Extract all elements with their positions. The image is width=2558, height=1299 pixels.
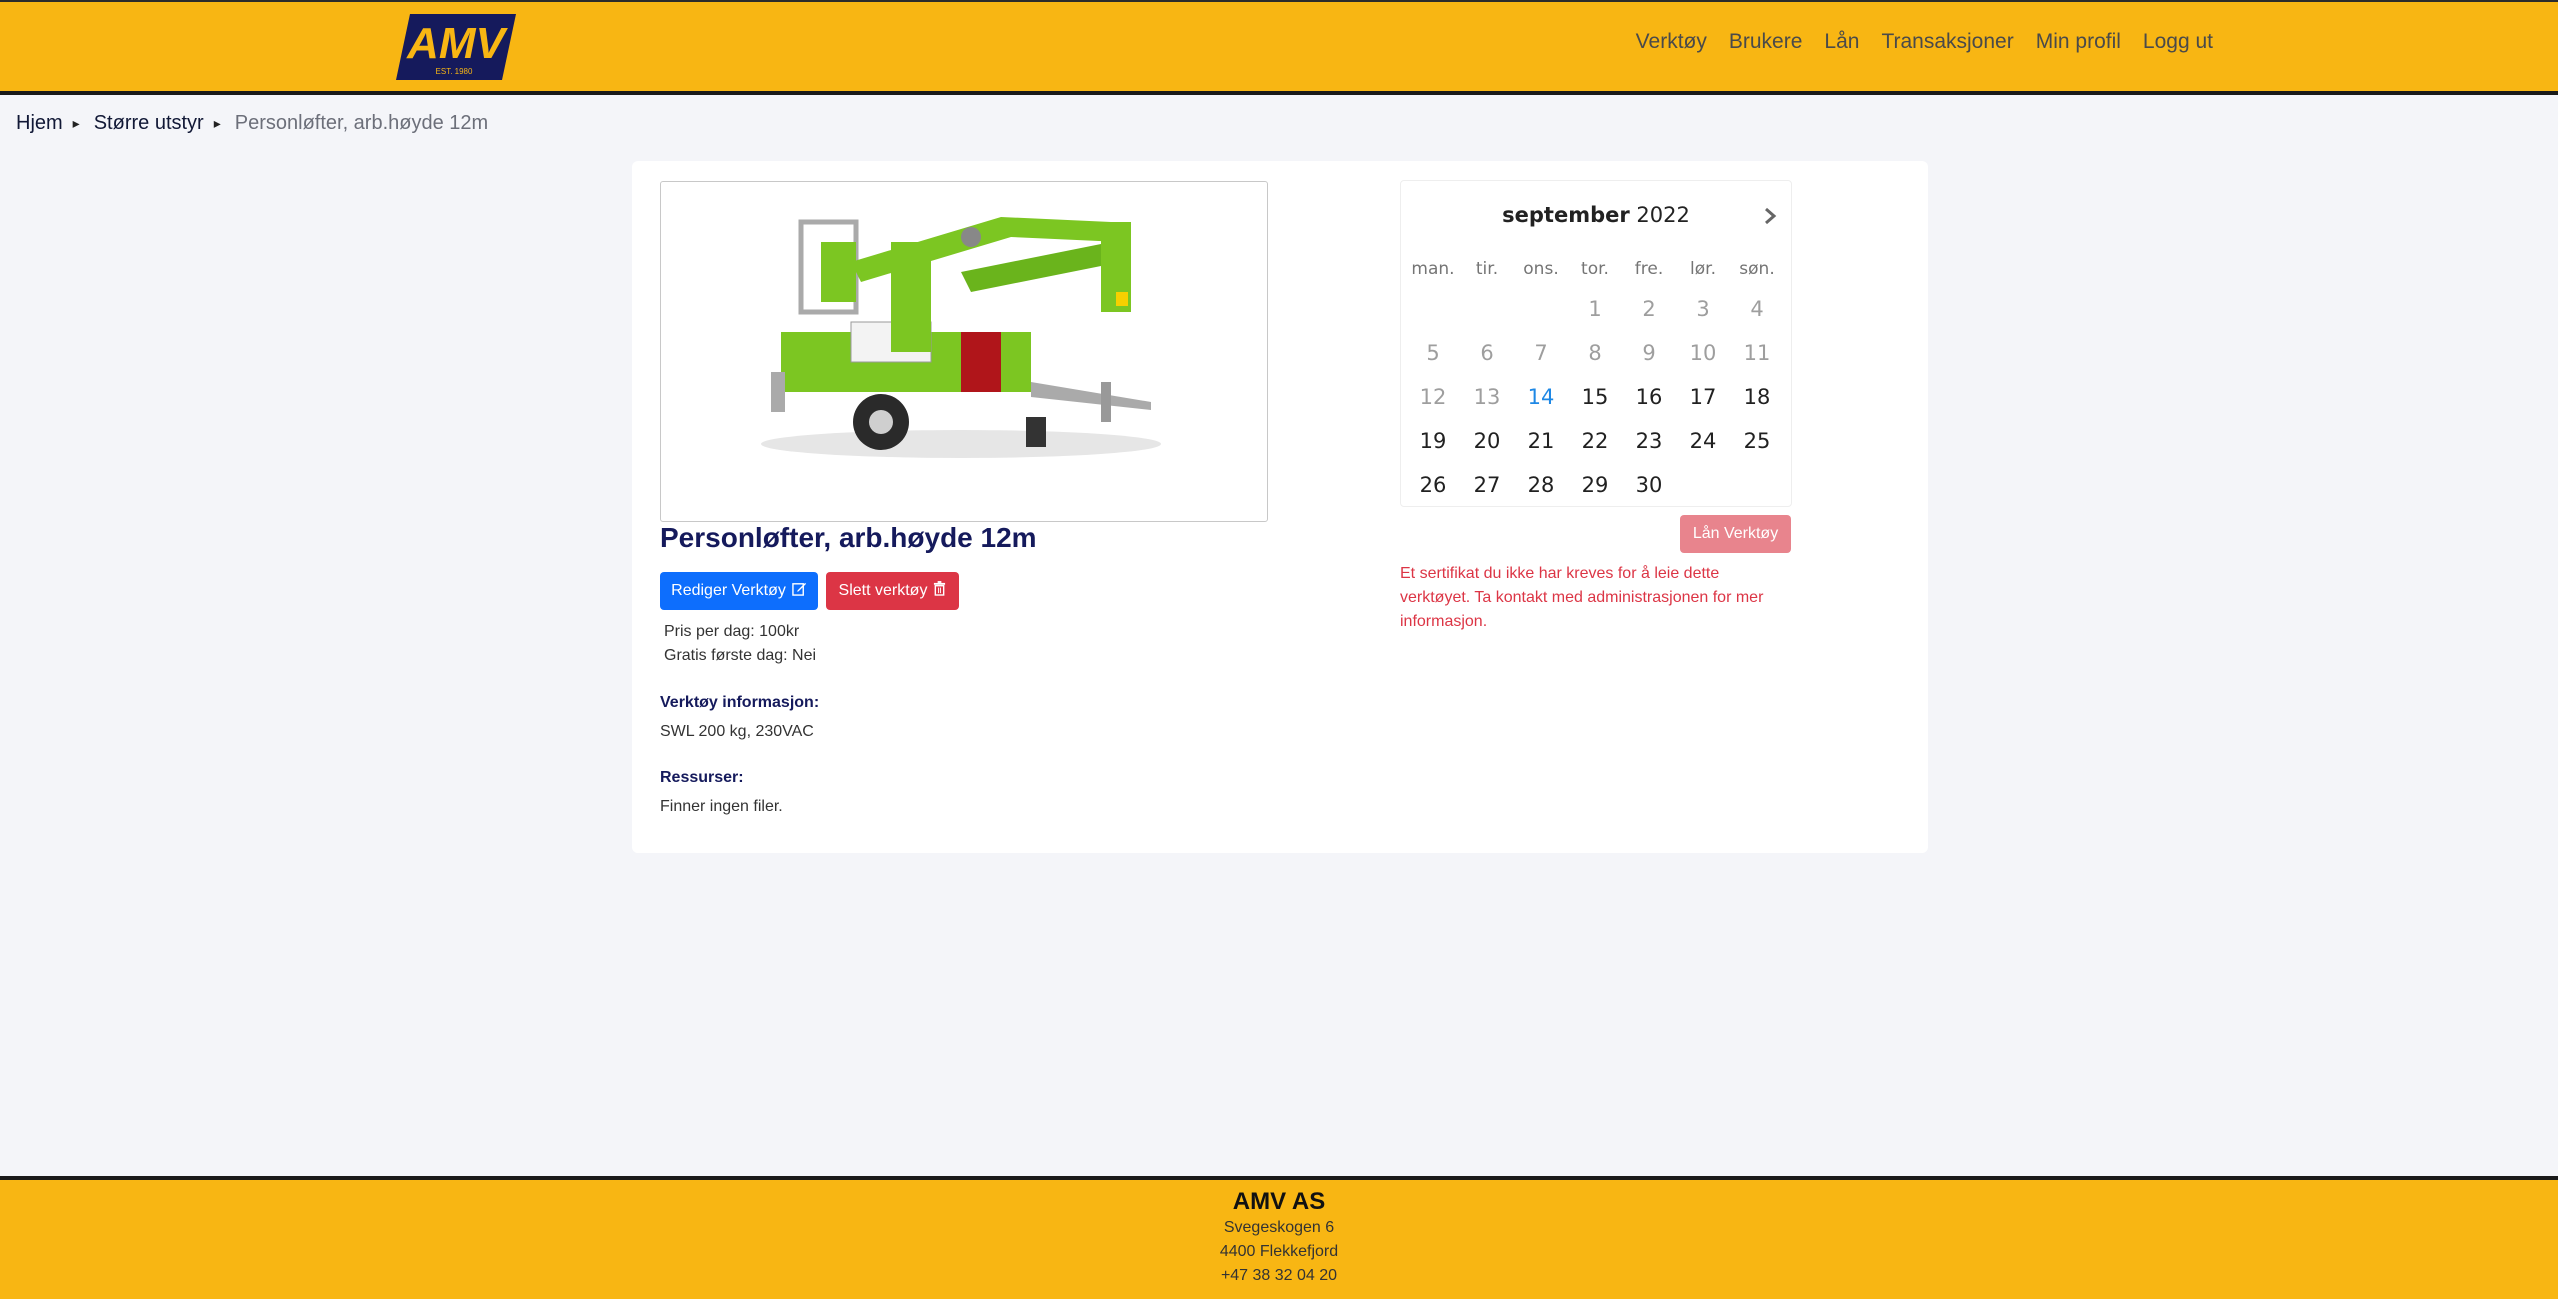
- calendar-title: september 2022: [1401, 203, 1791, 227]
- delete-button-label: Slett verktøy: [838, 582, 928, 599]
- nav-verktoy[interactable]: Verktøy: [1636, 30, 1707, 54]
- loan-tool-button[interactable]: Lån Verktøy: [1680, 515, 1791, 553]
- delete-tool-button[interactable]: Slett verktøy: [826, 572, 959, 610]
- site-header: AMV EST. 1980 Verktøy Brukere Lån Transa…: [0, 0, 2558, 95]
- site-footer: AMV AS Svegeskogen 6 4400 Flekkefjord +4…: [0, 1176, 2558, 1299]
- calendar-month: september: [1502, 203, 1630, 227]
- nav-min-profil[interactable]: Min profil: [2036, 30, 2121, 54]
- weekday-header: man.: [1411, 259, 1455, 279]
- calendar-blank: [1406, 287, 1460, 331]
- breadcrumb: Hjem ▸ Større utstyr ▸ Personløfter, arb…: [16, 112, 488, 135]
- tool-info-label: Verktøy informasjon:: [660, 694, 820, 711]
- calendar-day[interactable]: 23: [1622, 419, 1676, 463]
- tool-title: Personløfter, arb.høyde 12m: [660, 522, 1037, 553]
- breadcrumb-home[interactable]: Hjem: [16, 112, 63, 135]
- nav-lan[interactable]: Lån: [1824, 30, 1859, 54]
- logo-text: AMV: [406, 19, 508, 68]
- edit-button-label: Rediger Verktøy: [671, 582, 786, 599]
- calendar-day[interactable]: 15: [1568, 375, 1622, 419]
- pencil-square-icon: [792, 581, 807, 601]
- calendar-day[interactable]: 28: [1514, 463, 1568, 507]
- calendar-year: 2022: [1636, 203, 1690, 227]
- tool-image: [660, 181, 1268, 522]
- breadcrumb-current: Personløfter, arb.høyde 12m: [234, 112, 489, 134]
- calendar-day: 6: [1480, 341, 1494, 365]
- nav-logg-ut[interactable]: Logg ut: [2143, 30, 2213, 54]
- weekday-header: tor.: [1581, 259, 1609, 279]
- chevron-right-icon: ▸: [213, 115, 221, 131]
- calendar-day[interactable]: 26: [1406, 463, 1460, 507]
- calendar-day: 11: [1743, 341, 1771, 365]
- calendar-day: 10: [1689, 341, 1717, 365]
- calendar-day[interactable]: 16: [1622, 375, 1676, 419]
- footer-company: AMV AS: [1232, 1188, 1326, 1215]
- resources-value: Finner ingen filer.: [660, 798, 783, 815]
- breadcrumb-category[interactable]: Større utstyr: [94, 112, 204, 135]
- calendar-day: 9: [1642, 341, 1656, 365]
- calendar-grid: man. tir. ons. tor. fre. lør. søn. 1 2 3 4 5 6 7 8 9 10 1…: [1401, 251, 1793, 507]
- calendar-day[interactable]: 17: [1676, 375, 1730, 419]
- calendar-day[interactable]: 18: [1730, 375, 1784, 419]
- weekday-header: fre.: [1634, 259, 1664, 279]
- availability-calendar: september 2022 man. tir. ons. tor. fre. lør. s…: [1400, 180, 1792, 507]
- nav-brukere[interactable]: Brukere: [1729, 30, 1803, 54]
- free-first-day: Gratis første dag: Nei: [664, 647, 817, 664]
- calendar-day: 12: [1419, 385, 1447, 409]
- calendar-day: 4: [1750, 297, 1764, 321]
- trash-icon: [933, 581, 946, 601]
- calendar-blank: [1514, 287, 1568, 331]
- resources-label: Ressurser:: [660, 769, 744, 786]
- price-per-day: Pris per dag: 100kr: [664, 623, 800, 640]
- calendar-day[interactable]: 29: [1568, 463, 1622, 507]
- calendar-day[interactable]: 25: [1730, 419, 1784, 463]
- calendar-day[interactable]: 22: [1568, 419, 1622, 463]
- weekday-header: lør.: [1690, 259, 1716, 279]
- amv-logo[interactable]: AMV EST. 1980: [396, 14, 516, 80]
- chevron-right-icon: ▸: [72, 115, 80, 131]
- tool-info-value: SWL 200 kg, 230VAC: [660, 723, 814, 740]
- logo-subtext: EST. 1980: [436, 67, 473, 76]
- weekday-header: tir.: [1475, 259, 1499, 279]
- main-nav: Verktøy Brukere Lån Transaksjoner Min pr…: [1636, 30, 2213, 54]
- footer-phone: +47 38 32 04 20: [1220, 1267, 1338, 1284]
- calendar-blank: [1460, 287, 1514, 331]
- calendar-day[interactable]: 24: [1676, 419, 1730, 463]
- certificate-warning: Et sertifikat du ikke har kreves for å l…: [1400, 565, 1764, 630]
- calendar-day: 3: [1696, 297, 1710, 321]
- calendar-day[interactable]: 19: [1406, 419, 1460, 463]
- calendar-day: 2: [1642, 297, 1656, 321]
- calendar-day: 7: [1534, 341, 1548, 365]
- calendar-day: 1: [1588, 297, 1602, 321]
- calendar-day-today[interactable]: 14: [1514, 375, 1568, 419]
- calendar-day[interactable]: 27: [1460, 463, 1514, 507]
- edit-tool-button[interactable]: Rediger Verktøy: [660, 572, 818, 610]
- calendar-day[interactable]: 20: [1460, 419, 1514, 463]
- calendar-day: 8: [1588, 341, 1602, 365]
- weekday-header: søn.: [1739, 259, 1775, 279]
- calendar-day: 5: [1426, 341, 1440, 365]
- calendar-day[interactable]: 30: [1622, 463, 1676, 507]
- calendar-day[interactable]: 21: [1514, 419, 1568, 463]
- nav-transaksjoner[interactable]: Transaksjoner: [1881, 30, 2013, 54]
- weekday-header: ons.: [1523, 259, 1559, 279]
- chevron-right-icon[interactable]: [1763, 205, 1777, 231]
- calendar-day: 13: [1473, 385, 1501, 409]
- footer-address: Svegeskogen 6: [1223, 1219, 1335, 1236]
- footer-city: 4400 Flekkefjord: [1219, 1243, 1339, 1260]
